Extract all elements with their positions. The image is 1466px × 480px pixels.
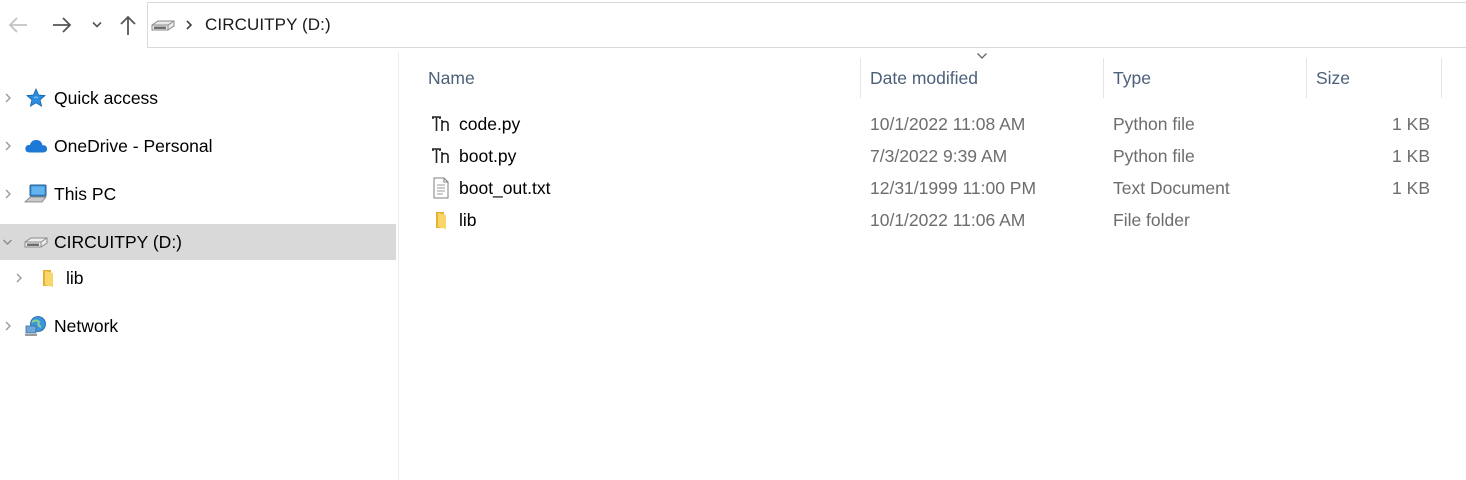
file-size: 1 KB	[1392, 113, 1430, 134]
nav-item-label: Quick access	[54, 87, 159, 108]
file-date-modified: 10/1/2022 11:08 AM	[870, 113, 1026, 134]
sort-indicator-icon	[977, 53, 987, 59]
breadcrumb-chevron-icon[interactable]	[185, 19, 193, 31]
nav-item-lib-folder[interactable]: lib	[0, 260, 396, 296]
column-header-date-modified[interactable]: Date modified	[870, 60, 978, 96]
file-size: 1 KB	[1392, 145, 1430, 166]
chevron-right-icon[interactable]	[3, 139, 13, 153]
recent-locations-button[interactable]	[88, 10, 106, 40]
column-header-size[interactable]: Size	[1316, 60, 1350, 96]
computer-icon	[24, 183, 48, 205]
folder-icon	[36, 267, 60, 289]
nav-item-circuitpy-drive[interactable]: CIRCUITPY (D:)	[0, 224, 396, 260]
network-icon	[24, 315, 48, 337]
folder-icon	[430, 209, 452, 231]
file-list: Name Date modified Type Size code.py 10/…	[400, 52, 1466, 480]
column-divider[interactable]	[1441, 58, 1442, 98]
python-file-icon	[430, 113, 452, 135]
chevron-right-icon[interactable]	[14, 271, 24, 285]
chevron-down-icon	[92, 21, 102, 28]
nav-item-label: CIRCUITPY (D:)	[54, 231, 183, 252]
arrow-up-icon	[120, 15, 136, 35]
address-bar[interactable]: CIRCUITPY (D:)	[147, 2, 1466, 48]
file-row[interactable]: code.py 10/1/2022 11:08 AM Python file 1…	[426, 108, 1466, 140]
chevron-right-icon[interactable]	[3, 187, 13, 201]
forward-button[interactable]	[48, 10, 76, 40]
chevron-right-icon[interactable]	[3, 319, 13, 333]
column-divider[interactable]	[1306, 58, 1307, 98]
navigation-pane: Quick access OneDrive - Personal This PC	[0, 52, 398, 480]
chevron-right-icon[interactable]	[3, 91, 13, 105]
python-file-icon	[430, 145, 452, 167]
file-type: Python file	[1113, 145, 1195, 166]
breadcrumb-path[interactable]: CIRCUITPY (D:)	[205, 15, 331, 35]
navigation-bar: CIRCUITPY (D:)	[0, 0, 1466, 50]
nav-item-quick-access[interactable]: Quick access	[0, 80, 396, 116]
file-size: 1 KB	[1392, 177, 1430, 198]
back-button[interactable]	[4, 10, 32, 40]
file-type: File folder	[1113, 209, 1190, 230]
nav-item-network[interactable]: Network	[0, 308, 396, 344]
usb-drive-icon	[151, 16, 175, 34]
nav-item-this-pc[interactable]: This PC	[0, 176, 396, 212]
cloud-icon	[24, 135, 48, 157]
file-type: Python file	[1113, 113, 1195, 134]
up-button[interactable]	[114, 10, 142, 40]
text-file-icon	[430, 177, 452, 199]
arrow-left-icon	[8, 17, 27, 33]
file-date-modified: 12/31/1999 11:00 PM	[870, 177, 1037, 198]
column-divider[interactable]	[1103, 58, 1104, 98]
arrow-right-icon	[53, 17, 72, 33]
file-row[interactable]: boot_out.txt 12/31/1999 11:00 PM Text Do…	[426, 172, 1466, 204]
file-name: boot.py	[459, 145, 517, 166]
column-header-name[interactable]: Name	[428, 60, 475, 96]
file-row[interactable]: lib 10/1/2022 11:06 AM File folder	[426, 204, 1466, 236]
nav-item-label: Network	[54, 315, 119, 336]
file-name: code.py	[459, 113, 521, 134]
nav-item-label: OneDrive - Personal	[54, 135, 213, 156]
file-date-modified: 7/3/2022 9:39 AM	[870, 145, 1008, 166]
file-name: lib	[459, 209, 477, 230]
file-date-modified: 10/1/2022 11:06 AM	[870, 209, 1026, 230]
nav-item-label: This PC	[54, 183, 117, 204]
usb-drive-icon	[24, 231, 48, 253]
file-type: Text Document	[1113, 177, 1230, 198]
file-name: boot_out.txt	[459, 177, 551, 198]
column-header-type[interactable]: Type	[1113, 60, 1151, 96]
nav-item-onedrive[interactable]: OneDrive - Personal	[0, 128, 396, 164]
file-row[interactable]: boot.py 7/3/2022 9:39 AM Python file 1 K…	[426, 140, 1466, 172]
chevron-down-icon[interactable]	[1, 236, 13, 250]
column-divider[interactable]	[860, 58, 861, 98]
star-icon	[24, 87, 48, 109]
pane-divider[interactable]	[398, 52, 399, 480]
nav-item-label: lib	[66, 267, 84, 288]
